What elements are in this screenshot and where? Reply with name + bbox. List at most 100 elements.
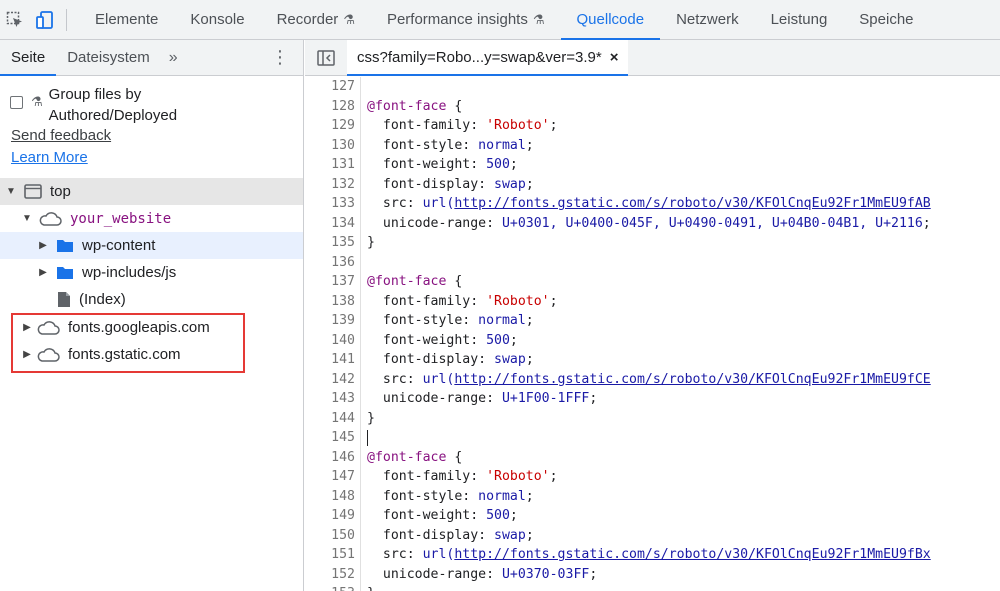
semicolon: ; bbox=[922, 215, 931, 231]
line-number: 152 bbox=[331, 566, 355, 582]
code-line: 130 font-style: normal; bbox=[305, 136, 1000, 156]
tree-item-fonts-googleapis[interactable]: ▶ fonts.googleapis.com bbox=[0, 314, 303, 341]
tab-speicher[interactable]: Speiche bbox=[843, 0, 929, 40]
more-tabs-icon[interactable]: » bbox=[161, 40, 186, 75]
tab-label: Dateisystem bbox=[67, 49, 150, 66]
tab-label: Netzwerk bbox=[676, 11, 739, 28]
tab-recorder[interactable]: Recorder ⚗ bbox=[261, 0, 371, 40]
navigator-tabs: Seite Dateisystem » ⋮ bbox=[0, 40, 303, 76]
kebab-menu-icon[interactable]: ⋮ bbox=[257, 40, 303, 75]
css-value: 'Roboto' bbox=[486, 293, 550, 309]
tree-item-top[interactable]: ▼ top bbox=[0, 178, 303, 205]
line-number: 130 bbox=[331, 137, 355, 153]
code-line: 140 font-weight: 500; bbox=[305, 331, 1000, 351]
at-rule-keyword: @font-face bbox=[367, 449, 447, 465]
navigator-panel: Seite Dateisystem » ⋮ ⚗ Group files by A… bbox=[0, 40, 304, 591]
brace: } bbox=[367, 235, 375, 251]
line-number: 144 bbox=[331, 410, 355, 426]
code-text: font-weight: 500; bbox=[367, 157, 518, 172]
code-view[interactable]: 127 128 @font-face { 129 font-family: 'Robo… bbox=[305, 77, 1000, 591]
devtools-toolbar: Elemente Konsole Recorder ⚗ Performance i… bbox=[0, 0, 1000, 40]
tab-elemente[interactable]: Elemente bbox=[79, 0, 174, 40]
tab-konsole[interactable]: Konsole bbox=[174, 0, 260, 40]
text-cursor bbox=[367, 429, 368, 446]
css-property: font-family: bbox=[367, 118, 487, 134]
line-number: 132 bbox=[331, 176, 355, 192]
css-value: U+0301, U+0400-045F, U+0490-0491, U+04B0… bbox=[501, 215, 923, 231]
collapsed-arrow-icon[interactable]: ▶ bbox=[20, 322, 34, 333]
editor-tabs: css?family=Robo...y=swap&ver=3.9* × bbox=[305, 40, 1000, 76]
tree-item-index[interactable]: (Index) bbox=[0, 286, 303, 313]
tab-netzwerk[interactable]: Netzwerk bbox=[660, 0, 755, 40]
tab-seite[interactable]: Seite bbox=[0, 40, 57, 76]
tree-item-fonts-gstatic[interactable]: ▶ fonts.gstatic.com bbox=[0, 341, 303, 368]
css-url-link: http://fonts.gstatic.com/s/roboto/v30/KF… bbox=[454, 196, 931, 212]
tree-item-label: top bbox=[50, 183, 71, 200]
tab-performance-insights[interactable]: Performance insights ⚗ bbox=[371, 0, 561, 40]
css-function: url( bbox=[422, 371, 455, 387]
semicolon: ; bbox=[549, 469, 558, 485]
code-line: 150 font-display: swap; bbox=[305, 526, 1000, 546]
css-property: font-display: bbox=[367, 176, 495, 192]
expanded-arrow-icon[interactable]: ▼ bbox=[4, 186, 18, 197]
inspect-element-icon[interactable] bbox=[0, 0, 30, 40]
collapsed-arrow-icon[interactable]: ▶ bbox=[36, 240, 50, 251]
toggle-navigator-icon[interactable] bbox=[305, 40, 347, 75]
code-line: 153} bbox=[305, 584, 1000, 591]
code-line: 142 src: url(http://fonts.gstatic.com/s/… bbox=[305, 370, 1000, 390]
code-line: 133 src: url(http://fonts.gstatic.com/s/… bbox=[305, 194, 1000, 214]
code-text: font-style: normal; bbox=[367, 138, 534, 153]
group-files-checkbox[interactable] bbox=[10, 96, 23, 109]
code-line: 129 font-family: 'Roboto'; bbox=[305, 116, 1000, 136]
line-number: 128 bbox=[331, 98, 355, 114]
semicolon: ; bbox=[525, 137, 534, 153]
close-icon[interactable]: × bbox=[610, 49, 619, 66]
code-line: 139 font-style: normal; bbox=[305, 311, 1000, 331]
line-number: 129 bbox=[331, 118, 355, 134]
tree-item-label: wp-includes/js bbox=[82, 264, 177, 281]
semicolon: ; bbox=[589, 391, 598, 407]
code-line: 127 bbox=[305, 77, 1000, 97]
expanded-arrow-icon[interactable]: ▼ bbox=[20, 213, 34, 224]
cloud-icon bbox=[38, 211, 62, 226]
learn-more-link[interactable]: Learn More bbox=[11, 149, 88, 166]
tree-item-wp-content[interactable]: ▶ wp-content bbox=[0, 232, 303, 259]
code-text: @font-face { bbox=[367, 274, 462, 289]
css-property: unicode-range: bbox=[367, 566, 502, 582]
collapsed-arrow-icon[interactable]: ▶ bbox=[36, 267, 50, 278]
code-line: 143 unicode-range: U+1F00-1FFF; bbox=[305, 389, 1000, 409]
tab-label: Performance insights bbox=[386, 11, 528, 28]
cloud-icon bbox=[36, 320, 60, 335]
code-text: font-display: swap; bbox=[367, 177, 534, 192]
group-files-option: ⚗ Group files by Authored/Deployed bbox=[10, 84, 209, 126]
line-number: 135 bbox=[331, 235, 355, 251]
semicolon: ; bbox=[525, 313, 534, 329]
code-text: src: url(http://fonts.gstatic.com/s/robo… bbox=[367, 372, 931, 387]
editor-file-tab[interactable]: css?family=Robo...y=swap&ver=3.9* × bbox=[347, 40, 629, 76]
code-line: 145 bbox=[305, 428, 1000, 448]
tab-quellcode[interactable]: Quellcode bbox=[560, 0, 661, 40]
brace: } bbox=[367, 410, 375, 426]
css-value: swap bbox=[494, 352, 526, 368]
tab-label: Elemente bbox=[95, 11, 159, 28]
semicolon: ; bbox=[509, 332, 518, 348]
device-toolbar-icon[interactable] bbox=[30, 0, 60, 40]
code-text: font-weight: 500; bbox=[367, 333, 518, 348]
tree-item-site[interactable]: ▼ your_website bbox=[0, 205, 303, 232]
tab-dateisystem[interactable]: Dateisystem bbox=[56, 40, 161, 75]
css-property: font-family: bbox=[367, 293, 487, 309]
code-line: 141 font-display: swap; bbox=[305, 350, 1000, 370]
code-text: font-display: swap; bbox=[367, 528, 534, 543]
css-value: 'Roboto' bbox=[486, 118, 550, 134]
tree-item-wp-includes[interactable]: ▶ wp-includes/js bbox=[0, 259, 303, 286]
flask-icon: ⚗ bbox=[343, 11, 355, 27]
line-number: 146 bbox=[331, 449, 355, 465]
collapsed-arrow-icon[interactable]: ▶ bbox=[20, 349, 34, 360]
line-number: 133 bbox=[331, 196, 355, 212]
tab-leistung[interactable]: Leistung bbox=[755, 0, 844, 40]
css-property: font-weight: bbox=[367, 332, 487, 348]
flask-icon: ⚗ bbox=[532, 11, 545, 27]
at-rule-keyword: @font-face bbox=[367, 274, 447, 290]
send-feedback-link[interactable]: Send feedback bbox=[11, 127, 111, 144]
tab-label: Konsole bbox=[190, 11, 245, 28]
